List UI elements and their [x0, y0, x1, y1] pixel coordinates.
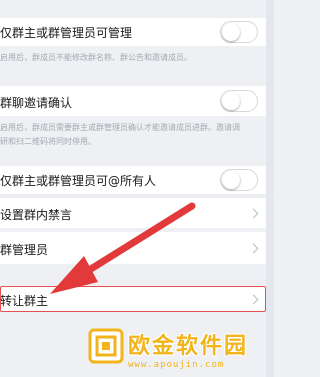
- watermark-logo-icon: [88, 328, 124, 364]
- arrow-head: [50, 256, 98, 294]
- watermark: 欧金软件园 www.apoujin.com: [86, 326, 274, 377]
- watermark-url: www.apoujin.com: [128, 360, 225, 370]
- watermark-title: 欧金软件园: [128, 334, 249, 359]
- arrow-shaft: [82, 202, 196, 276]
- annotation-arrow: [50, 202, 196, 294]
